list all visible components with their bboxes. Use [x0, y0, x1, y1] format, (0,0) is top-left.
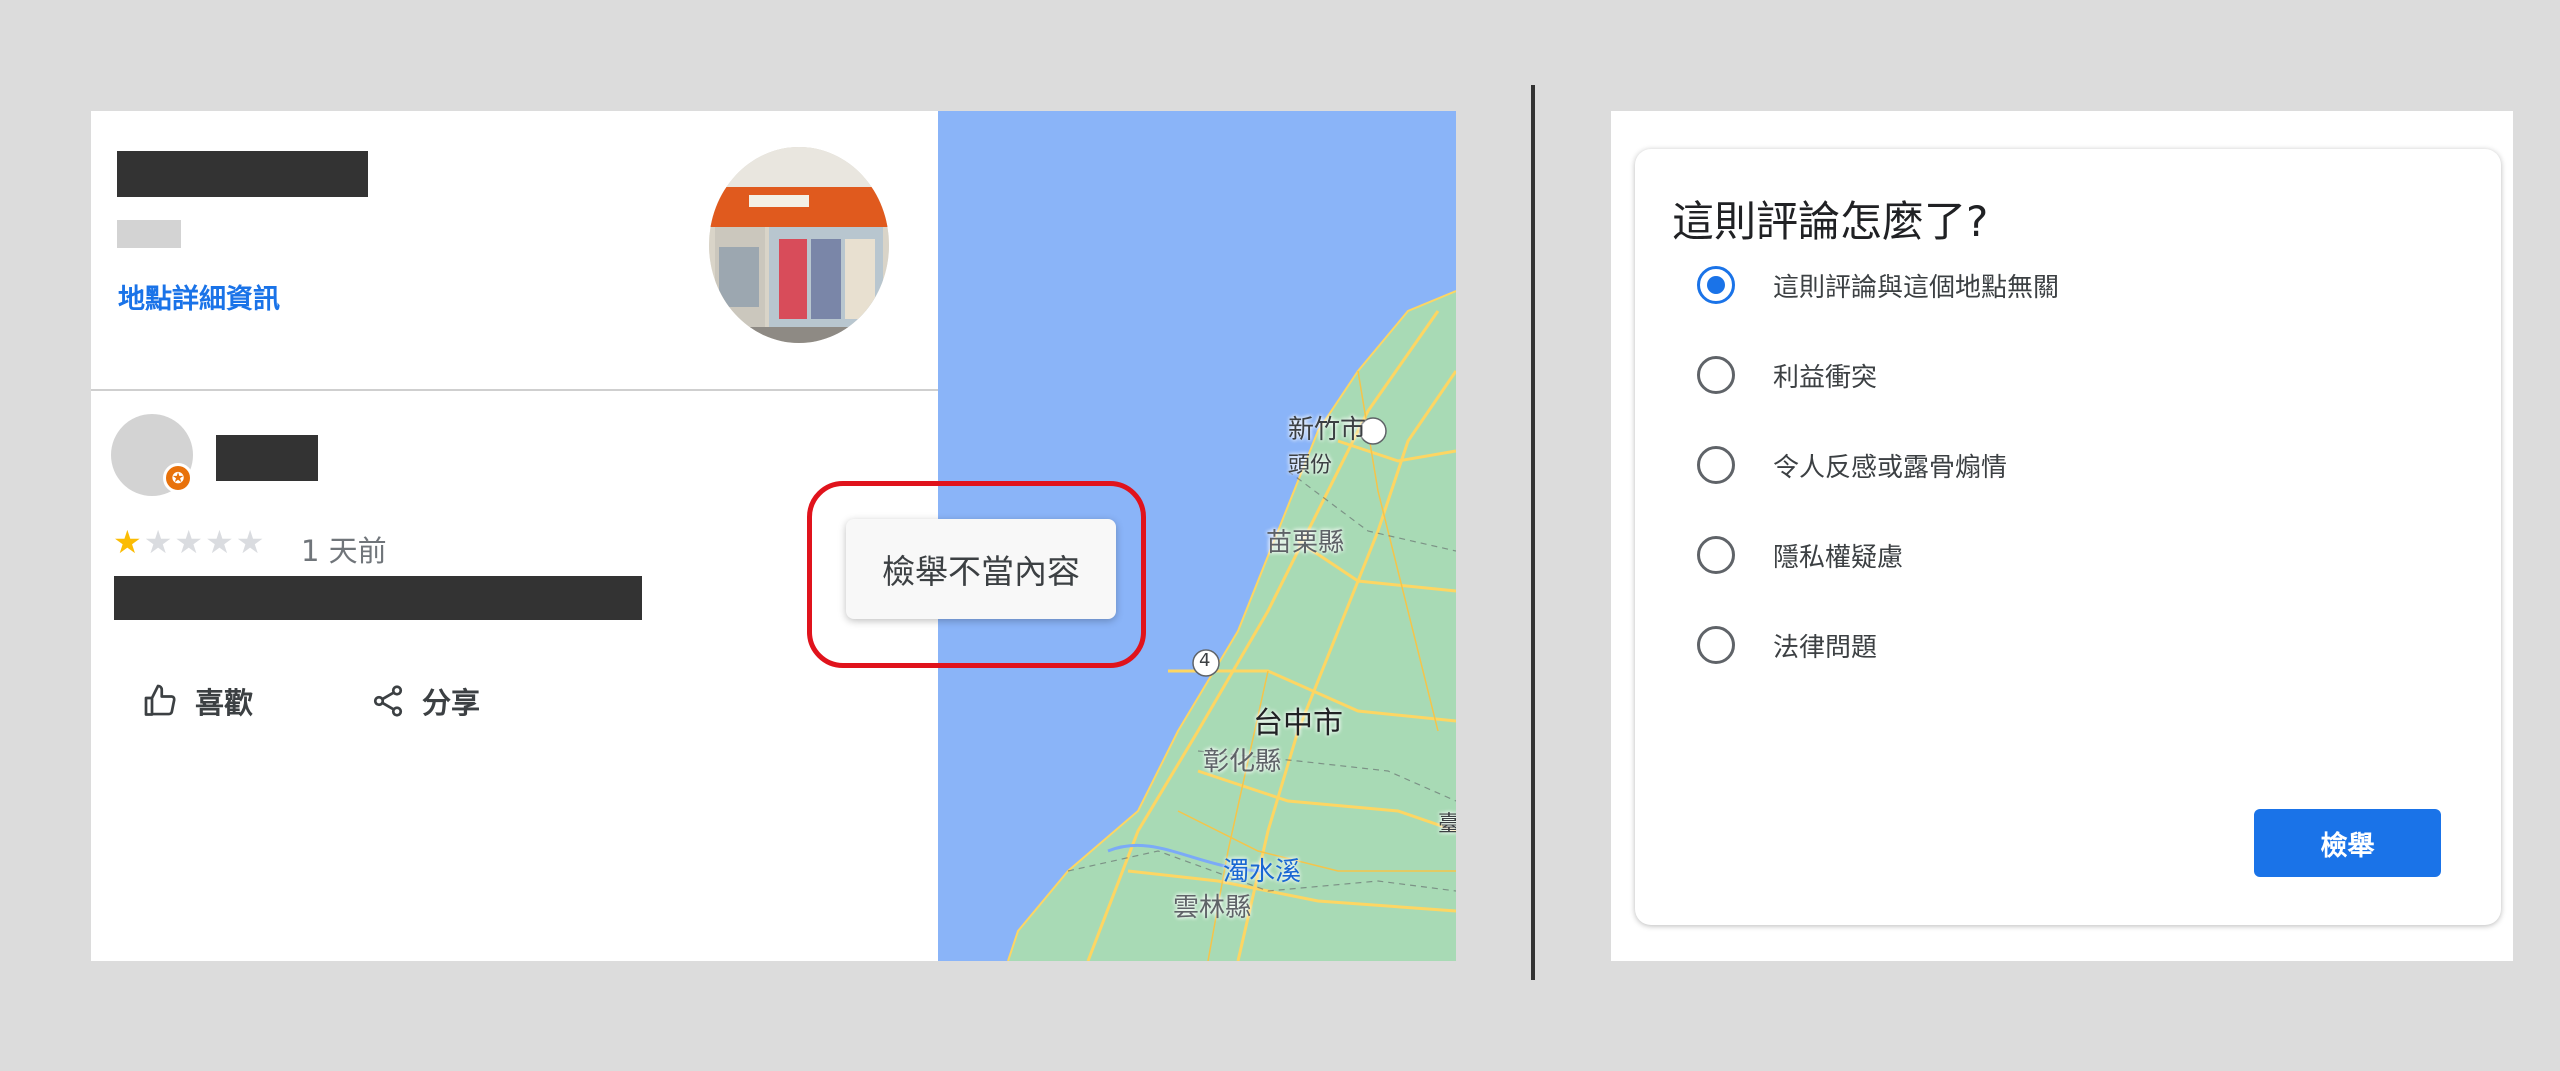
route-4-label: 4 — [1199, 650, 1211, 671]
submit-report-button[interactable]: 檢舉 — [2254, 809, 2441, 877]
place-details-link[interactable]: 地點詳細資訊 — [118, 277, 280, 316]
map-label-taiwan: 臺灣 — [1438, 812, 1456, 837]
star-icon-filled: ★ — [113, 523, 142, 561]
share-icon — [373, 685, 403, 717]
report-option-legal[interactable]: 法律問題 — [1697, 623, 1877, 667]
map-label-taichung: 台中市 — [1253, 706, 1343, 741]
redacted-review-text — [114, 576, 642, 620]
redacted-place-name — [117, 151, 368, 197]
report-review-dialog: 這則評論怎麼了? 這則評論與這個地點無關 利益衝突 令人反感或露骨煽情 隱私權疑… — [1635, 149, 2501, 925]
report-option-unrelated[interactable]: 這則評論與這個地點無關 — [1697, 263, 2059, 307]
star-icon-empty: ★ — [235, 523, 265, 561]
report-option-offensive[interactable]: 令人反感或露骨煽情 — [1697, 443, 2007, 487]
map-label-zhuoshui: 濁水溪 — [1223, 857, 1302, 887]
place-info-card: 地點詳細資訊 ✪ ★ ★ ★ ★ ★ 1 天前 喜歡 分享 — [91, 111, 938, 961]
storefront-image — [709, 147, 889, 343]
radio-icon-checked[interactable] — [1697, 266, 1735, 304]
star-icon-empty: ★ — [174, 523, 204, 561]
rating-stars: ★ ★ ★ ★ ★ — [113, 524, 264, 560]
report-option-privacy[interactable]: 隱私權疑慮 — [1697, 533, 1903, 577]
option-label: 法律問題 — [1773, 632, 1878, 663]
share-label: 分享 — [422, 686, 481, 720]
review-time: 1 天前 — [301, 534, 387, 568]
like-button[interactable]: 喜歡 — [143, 676, 253, 726]
redacted-place-category — [117, 220, 181, 248]
local-guide-badge-icon: ✪ — [163, 463, 193, 493]
map-label-changhua: 彰化縣 — [1203, 747, 1282, 777]
report-inappropriate-menu-item[interactable]: 檢舉不當內容 — [846, 519, 1116, 619]
report-panel: 這則評論怎麼了? 這則評論與這個地點無關 利益衝突 令人反感或露骨煽情 隱私權疑… — [1611, 111, 2513, 961]
star-icon-empty: ★ — [143, 523, 173, 561]
like-label: 喜歡 — [195, 686, 254, 720]
map-label-toufen: 頭份 — [1288, 453, 1333, 478]
map-label-yunlin: 雲林縣 — [1173, 893, 1252, 923]
star-icon-empty: ★ — [205, 523, 234, 561]
map-label-miaoli: 苗栗縣 — [1266, 528, 1345, 558]
section-divider — [91, 389, 938, 391]
option-label: 這則評論與這個地點無關 — [1773, 272, 2060, 303]
redacted-reviewer-name — [216, 435, 318, 481]
report-option-conflict-of-interest[interactable]: 利益衝突 — [1697, 353, 1877, 397]
option-label: 隱私權疑慮 — [1773, 542, 1904, 573]
share-button[interactable]: 分享 — [370, 676, 480, 726]
map-label-hsinchu: 新竹市 — [1288, 415, 1367, 445]
thumbs-up-icon — [144, 684, 176, 716]
dialog-title: 這則評論怎麼了? — [1672, 197, 1989, 246]
radio-icon[interactable] — [1697, 446, 1735, 484]
option-label: 利益衝突 — [1773, 362, 1878, 393]
radio-icon[interactable] — [1697, 536, 1735, 574]
radio-icon[interactable] — [1697, 356, 1735, 394]
place-photo[interactable] — [709, 147, 889, 343]
panel-separator — [1531, 85, 1535, 980]
option-label: 令人反感或露骨煽情 — [1773, 452, 2008, 483]
radio-icon[interactable] — [1697, 626, 1735, 664]
place-review-panel: 地點詳細資訊 ✪ ★ ★ ★ ★ ★ 1 天前 喜歡 分享 4 新竹市 頭份 苗… — [91, 111, 1456, 961]
